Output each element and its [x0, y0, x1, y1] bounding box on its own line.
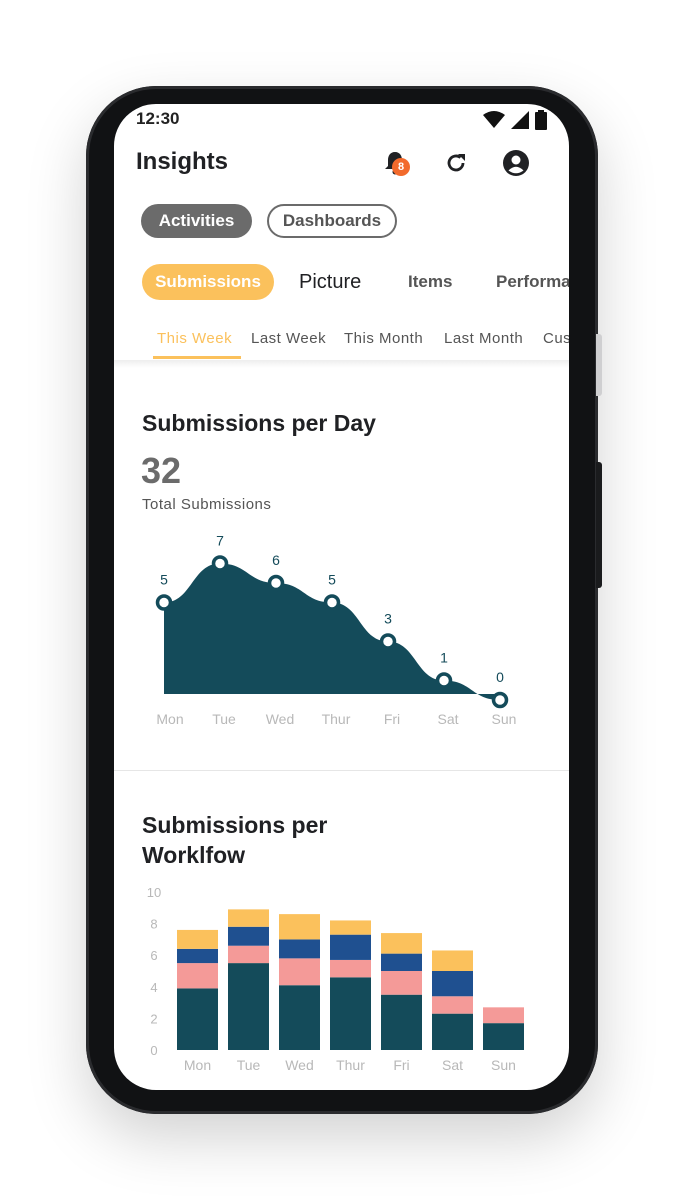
bar-segment[interactable] [381, 994, 422, 1050]
area-x-tick-label: Wed [266, 711, 295, 727]
tab-performance[interactable]: Performa [496, 264, 569, 300]
active-period-indicator [153, 356, 241, 359]
area-x-tick-label: Sun [492, 711, 517, 727]
bar-segment[interactable] [177, 963, 218, 989]
tab-activities[interactable]: Activities [141, 204, 252, 238]
bar-segment[interactable] [279, 958, 320, 986]
section-divider [114, 770, 569, 771]
status-time: 12:30 [136, 109, 180, 128]
area-data-label: 5 [160, 572, 168, 588]
submissions-per-workflow-chart: 0 2 4 6 8 10 Mon Tue Wed Thur Fri Sat Sun [147, 885, 524, 1073]
bar-y-tick-label: 2 [150, 1011, 157, 1026]
chart1-title: Submissions per Day [142, 410, 376, 436]
bar-segment[interactable] [177, 988, 218, 1050]
bar-y-tick-label: 6 [150, 948, 157, 963]
area-data-label: 0 [496, 669, 504, 685]
bar-y-tick-label: 4 [150, 980, 157, 995]
signal-icon [511, 111, 529, 129]
power-button [596, 462, 602, 588]
battery-icon [535, 110, 547, 130]
bar-segment[interactable] [330, 977, 371, 1050]
bar-segment[interactable] [381, 933, 422, 954]
area-data-label: 3 [384, 611, 392, 627]
area-point[interactable] [435, 672, 453, 689]
bar-segment[interactable] [330, 920, 371, 935]
bar-segment[interactable] [228, 926, 269, 946]
page-title: Insights [136, 148, 229, 175]
bar-x-tick-label: Tue [237, 1057, 261, 1073]
area-data-label: 7 [216, 534, 224, 549]
period-last-week[interactable]: Last Week [251, 330, 326, 347]
bar-segment[interactable] [432, 971, 473, 997]
area-x-tick-label: Thur [322, 711, 351, 727]
total-submissions-value: 32 [141, 450, 182, 491]
period-this-week[interactable]: This Week [157, 330, 232, 347]
account-button[interactable] [499, 146, 533, 180]
area-point[interactable] [155, 594, 173, 611]
area-x-tick-label: Fri [384, 711, 400, 727]
bar-segment[interactable] [279, 939, 320, 959]
bar-segment[interactable] [483, 1007, 524, 1024]
area-point[interactable] [323, 594, 341, 611]
bar-x-tick-label: Fri [393, 1057, 409, 1073]
bar-x-tick-label: Sat [442, 1057, 463, 1073]
bar-segment[interactable] [177, 929, 218, 949]
area-data-label: 6 [272, 552, 280, 568]
area-point[interactable] [211, 555, 229, 572]
area-data-label: 5 [328, 572, 336, 588]
period-this-month[interactable]: This Month [344, 330, 423, 347]
bar-x-tick-label: Thur [336, 1057, 365, 1073]
refresh-icon [447, 154, 465, 172]
wifi-icon [483, 111, 505, 128]
tab-picture[interactable]: Picture [299, 264, 361, 300]
tab-submissions[interactable]: Submissions [142, 264, 274, 300]
bar-y-tick-label: 8 [150, 917, 157, 932]
total-submissions-label: Total Submissions [142, 496, 272, 513]
bar-segment[interactable] [228, 909, 269, 927]
bar-x-tick-label: Wed [285, 1057, 314, 1073]
bar-segment[interactable] [330, 934, 371, 960]
volume-button [596, 334, 602, 396]
bar-segment[interactable] [177, 948, 218, 964]
chart2-title-line2: Worklfow [142, 842, 246, 868]
tab-items[interactable]: Items [408, 264, 452, 300]
bar-segment[interactable] [330, 959, 371, 978]
area-point[interactable] [379, 633, 397, 650]
bar-segment[interactable] [432, 1013, 473, 1050]
notification-badge: 8 [392, 158, 410, 176]
area-point[interactable] [491, 691, 509, 709]
bar-segment[interactable] [228, 945, 269, 964]
bar-segment[interactable] [483, 1023, 524, 1050]
submissions-per-day-chart: 5 Mon 7 Tue 6 Wed 5 Thur 3 Fri 1 Sat 0 Sun [155, 534, 517, 727]
status-icons [483, 110, 547, 130]
status-bar: 12:30 [114, 104, 569, 138]
area-x-tick-label: Sat [437, 711, 458, 727]
app-screen: 12:30 Insights 8 Activities Dashboards S… [114, 104, 569, 1090]
chart2-title-line1: Submissions per [142, 812, 328, 838]
area-data-label: 1 [440, 650, 448, 666]
area-x-tick-label: Tue [212, 711, 236, 727]
bar-x-tick-label: Mon [184, 1057, 211, 1073]
refresh-button[interactable] [439, 146, 473, 180]
bar-x-tick-label: Sun [491, 1057, 516, 1073]
bar-segment[interactable] [381, 971, 422, 995]
area-x-tick-label: Mon [156, 711, 183, 727]
bar-segment[interactable] [228, 963, 269, 1050]
area-point[interactable] [267, 574, 285, 592]
bar-segment[interactable] [279, 914, 320, 940]
notifications-button[interactable]: 8 [378, 146, 412, 180]
account-circle-icon [503, 150, 529, 176]
bar-segment[interactable] [279, 985, 320, 1050]
bar-segment[interactable] [381, 953, 422, 971]
bar-y-tick-label: 0 [150, 1043, 157, 1058]
period-custom[interactable]: Cus [543, 330, 569, 347]
tabs-shadow [114, 360, 569, 368]
tab-dashboards[interactable]: Dashboards [267, 204, 397, 238]
bar-segment[interactable] [432, 996, 473, 1014]
app-header: Insights 8 [114, 140, 569, 190]
bar-segment[interactable] [432, 950, 473, 971]
period-last-month[interactable]: Last Month [444, 330, 523, 347]
bar-y-tick-label: 10 [147, 885, 161, 900]
